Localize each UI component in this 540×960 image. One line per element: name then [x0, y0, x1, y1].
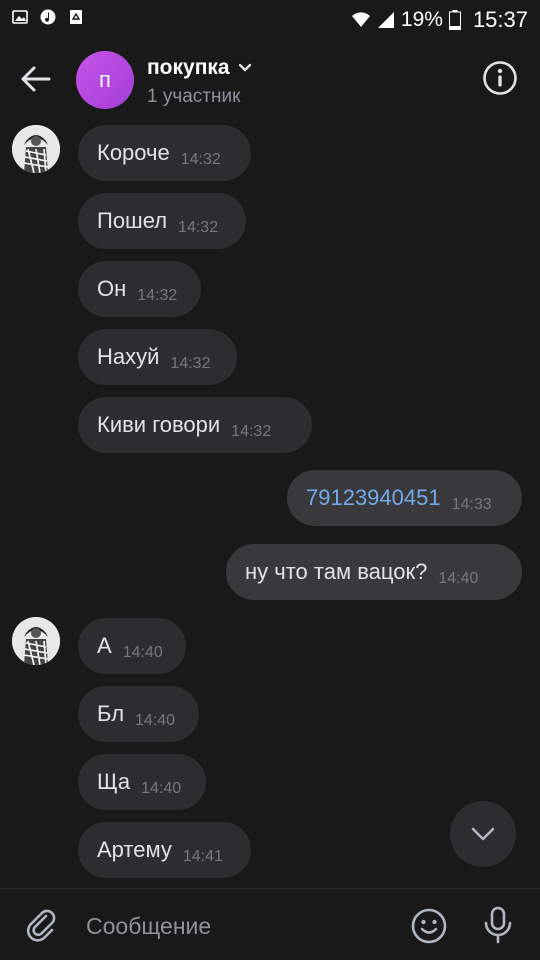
message-time: 14:40	[122, 644, 163, 661]
message-time: 14:32	[137, 287, 178, 304]
message-bubble[interactable]: Нахуй 14:32	[78, 329, 237, 385]
message-time: 14:32	[178, 219, 219, 236]
chat-avatar-letter: п	[99, 67, 111, 92]
music-icon	[40, 9, 56, 25]
chevron-down-icon	[238, 63, 251, 72]
message-time: 14:32	[170, 355, 211, 372]
message-text: Короче	[97, 140, 170, 165]
sender-avatar-image	[12, 617, 60, 665]
chevron-down-icon	[471, 827, 495, 841]
battery-percent: 19%	[400, 8, 443, 31]
message-bubble-outgoing[interactable]: 79123940451 14:33	[287, 470, 522, 526]
message-text: ну что там вацок?	[245, 559, 428, 584]
paperclip-icon[interactable]	[24, 907, 60, 943]
chat-avatar[interactable]: п	[76, 51, 134, 109]
chat-header: п покупка 1 участник	[0, 38, 540, 122]
chat-title-text: покупка	[147, 56, 230, 79]
message-time: 14:40	[438, 570, 479, 587]
info-icon[interactable]	[482, 60, 518, 96]
arrow-left-icon	[21, 66, 51, 92]
message-list[interactable]: Короче 14:32 Пошел 14:32 Он 14:32 Нахуй …	[0, 122, 540, 888]
wifi-icon	[351, 12, 370, 27]
back-button[interactable]	[16, 62, 56, 96]
chat-title[interactable]: покупка	[147, 56, 252, 80]
message-text: Артему	[97, 837, 172, 862]
phone-number-link[interactable]: 79123940451	[306, 485, 441, 511]
sender-avatar[interactable]	[12, 617, 60, 665]
message-text: А	[97, 633, 112, 658]
microphone-icon[interactable]	[480, 905, 516, 945]
message-bubble[interactable]: Киви говори 14:32	[78, 397, 312, 453]
message-time: 14:33	[451, 496, 492, 513]
clock: 15:37	[472, 7, 528, 32]
image-icon	[12, 10, 28, 24]
message-text: Ща	[97, 769, 131, 794]
sender-avatar[interactable]	[12, 125, 60, 173]
sender-avatar-image	[12, 125, 60, 173]
message-bubble[interactable]: А 14:40	[78, 618, 186, 674]
message-text: Нахуй	[97, 344, 160, 369]
message-time: 14:40	[135, 712, 176, 729]
message-bubble[interactable]: Пошел 14:32	[78, 193, 246, 249]
message-bubble-outgoing[interactable]: ну что там вацок? 14:40	[226, 544, 522, 600]
message-text: Бл	[97, 701, 125, 726]
message-bubble[interactable]: Короче 14:32	[78, 125, 251, 181]
scroll-to-bottom-button[interactable]	[450, 801, 516, 867]
message-time: 14:32	[180, 151, 221, 168]
emoji-icon[interactable]	[410, 907, 448, 945]
message-bubble[interactable]: Артему 14:41	[78, 822, 251, 878]
recycle-icon	[70, 10, 82, 24]
message-composer	[0, 888, 540, 960]
message-text: Пошел	[97, 208, 168, 233]
message-time: 14:41	[182, 848, 223, 865]
message-bubble[interactable]: Ща 14:40	[78, 754, 206, 810]
chat-member-count: 1 участник	[147, 86, 241, 107]
message-text: Киви говори	[97, 412, 221, 437]
message-bubble[interactable]: Бл 14:40	[78, 686, 199, 742]
message-time: 14:40	[141, 780, 182, 797]
battery-icon	[448, 10, 461, 30]
message-text: Он	[97, 276, 127, 301]
message-bubble[interactable]: Он 14:32	[78, 261, 201, 317]
message-time: 14:32	[231, 423, 272, 440]
signal-icon	[377, 12, 394, 28]
status-bar: 19% 15:37	[0, 0, 540, 38]
message-input[interactable]	[86, 909, 386, 943]
